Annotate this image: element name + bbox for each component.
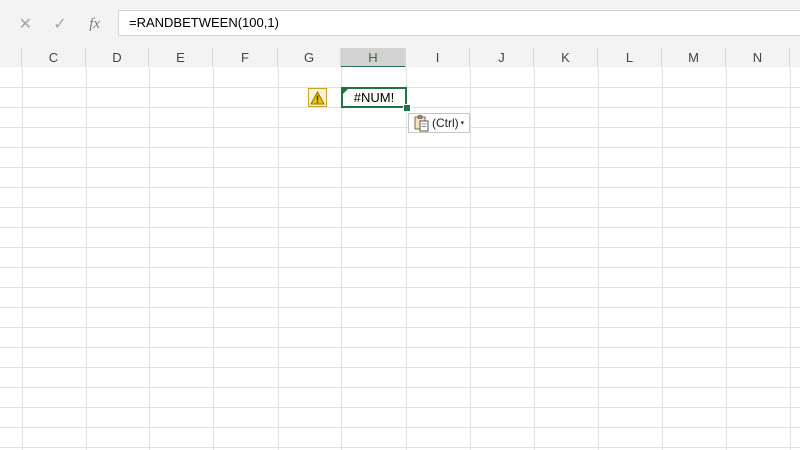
formula-bar-row: ✕ ✓ fx =RANDBETWEEN(100,1) [0, 0, 800, 49]
column-header-e[interactable]: E [149, 48, 213, 67]
formula-input[interactable]: =RANDBETWEEN(100,1) [118, 10, 800, 36]
column-header-l[interactable]: L [598, 48, 662, 67]
grid-hline [0, 427, 800, 428]
grid-hline [0, 367, 800, 368]
grid-hline [0, 347, 800, 348]
grid-hline [0, 227, 800, 228]
column-header-g[interactable]: G [278, 48, 341, 67]
grid-vline [341, 67, 342, 450]
grid-hline [0, 447, 800, 448]
fill-handle[interactable] [403, 104, 411, 112]
grid-hline [0, 287, 800, 288]
column-header-d[interactable]: D [86, 48, 149, 67]
worksheet-grid[interactable] [0, 67, 800, 450]
column-header-i[interactable]: I [406, 48, 470, 67]
check-icon[interactable]: ✓ [48, 14, 72, 34]
column-header-j[interactable]: J [470, 48, 534, 67]
grid-vline [662, 67, 663, 450]
grid-hline [0, 387, 800, 388]
paste-options-button[interactable]: (Ctrl) ▾ [408, 113, 470, 133]
chevron-down-icon: ▾ [460, 120, 465, 127]
grid-hline [0, 247, 800, 248]
column-header-n[interactable]: N [726, 48, 790, 67]
grid-vline [278, 67, 279, 450]
grid-hline [0, 127, 800, 128]
grid-vline [22, 67, 23, 450]
grid-hline [0, 307, 800, 308]
grid-hline [0, 267, 800, 268]
error-check-button[interactable] [308, 88, 327, 107]
grid-hline [0, 207, 800, 208]
error-indicator [343, 89, 348, 94]
formula-controls: ✕ ✓ fx [8, 10, 112, 38]
column-header-c[interactable]: C [22, 48, 86, 67]
active-cell-h[interactable]: #NUM! [341, 87, 407, 108]
column-header-f[interactable]: F [213, 48, 278, 67]
grid-hline [0, 407, 800, 408]
grid-vline [149, 67, 150, 450]
grid-vline [534, 67, 535, 450]
grid-vline [726, 67, 727, 450]
column-header-bar: CDEFGHIJKLMN [0, 48, 800, 68]
grid-vline [86, 67, 87, 450]
column-header-m[interactable]: M [662, 48, 726, 67]
paste-options-label: (Ctrl) [432, 116, 459, 130]
grid-hline [0, 167, 800, 168]
grid-vline [790, 67, 791, 450]
insert-function-icon[interactable]: fx [83, 16, 107, 33]
grid-vline [470, 67, 471, 450]
column-header-k[interactable]: K [534, 48, 598, 67]
grid-vline [406, 67, 407, 450]
grid-hline [0, 327, 800, 328]
grid-hline [0, 147, 800, 148]
column-header-partial[interactable] [0, 48, 22, 67]
close-icon[interactable]: ✕ [13, 14, 37, 34]
grid-hline [0, 187, 800, 188]
warning-icon [310, 90, 325, 104]
column-header-h[interactable]: H [341, 48, 406, 68]
grid-vline [213, 67, 214, 450]
grid-vline [598, 67, 599, 450]
cell-value: #NUM! [353, 90, 395, 105]
clipboard-icon [414, 115, 429, 132]
